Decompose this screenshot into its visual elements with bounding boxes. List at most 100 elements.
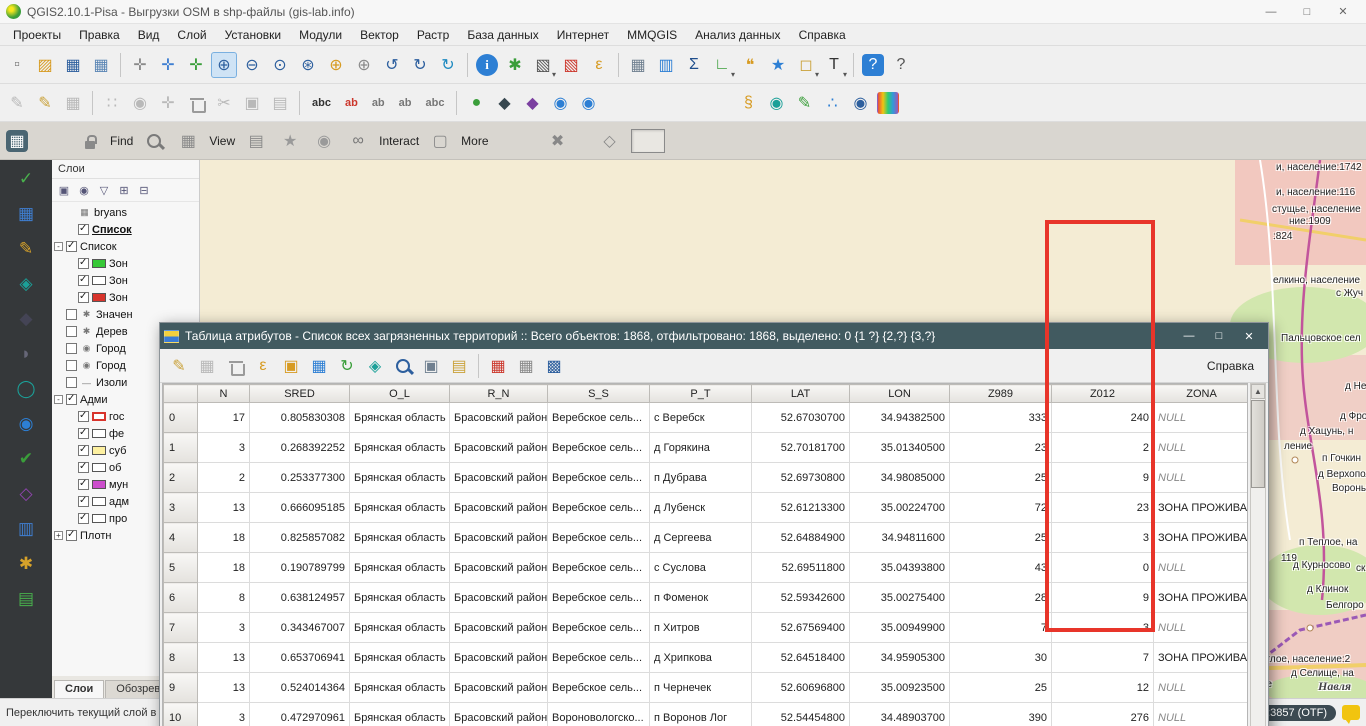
layer-item[interactable]: -Список [52,238,199,255]
zoom-to-selection-icon[interactable]: ⊕ [323,52,349,78]
help-icon[interactable]: ? [862,54,884,76]
cell-R_N[interactable]: Брасовский район [450,523,548,553]
cell-P_T[interactable]: д Горякина [650,433,752,463]
empty-tool-button[interactable] [631,129,665,153]
label-rotate-icon[interactable]: ab [393,90,418,116]
cell-LON[interactable]: 35.04393800 [850,553,950,583]
deselect-all-icon[interactable]: ▣ [278,353,304,379]
row-header-6[interactable]: 6 [164,583,198,613]
column-header-ZONA[interactable]: ZONA [1154,385,1249,403]
cell-R_N[interactable]: Брасовский район [450,493,548,523]
attr-window-titlebar[interactable]: Таблица атрибутов - Список всех загрязне… [160,323,1268,349]
spark-icon[interactable]: ✱ [13,551,39,577]
cell-SRED[interactable]: 0.343467007 [250,613,350,643]
cell-LAT[interactable]: 52.69730800 [752,463,850,493]
cell-N[interactable]: 3 [198,703,250,726]
new-project-icon[interactable]: ▫ [4,52,30,78]
cell-Z989[interactable]: 7 [950,613,1052,643]
touch-zoom-icon[interactable]: ✛ [127,52,153,78]
cell-SRED[interactable]: 0.653706941 [250,643,350,673]
cell-P_T[interactable]: д Хрипкова [650,643,752,673]
column-header-P_T[interactable]: P_T [650,385,752,403]
cell-LAT[interactable]: 52.67569400 [752,613,850,643]
layer-checkbox[interactable] [66,326,77,337]
cell-Z012[interactable]: 240 [1052,403,1154,433]
layer-checkbox[interactable] [66,241,77,252]
cell-O_L[interactable]: Брянская область [350,703,450,726]
cell-ZONA[interactable]: NULL [1154,433,1249,463]
select-expression-icon[interactable]: ε [586,52,612,78]
save-layer-edits-icon[interactable]: ▦ [60,90,86,116]
cell-R_N[interactable]: Брасовский район [450,583,548,613]
cell-Z012[interactable]: 7 [1052,643,1154,673]
layer-checkbox[interactable] [78,411,89,422]
row-header-0[interactable]: 0 [164,403,198,433]
cell-LON[interactable]: 34.94382500 [850,403,950,433]
deselect-all-icon[interactable]: ▧ [558,52,584,78]
pin-icon[interactable]: ◉ [311,128,337,154]
zoom-to-layer-icon[interactable]: ⊕ [351,52,377,78]
cell-SRED[interactable]: 0.825857082 [250,523,350,553]
cell-Z989[interactable]: 72 [950,493,1052,523]
column-header-LAT[interactable]: LAT [752,385,850,403]
menu-Вектор[interactable]: Вектор [351,26,408,44]
cell-S_S[interactable]: Веребское сель... [548,523,650,553]
cell-R_N[interactable]: Брасовский район [450,463,548,493]
cut-features-icon[interactable]: ✂ [211,90,237,116]
link-icon[interactable]: ∞ [345,128,371,154]
circle-teal-icon[interactable]: ◯ [13,376,39,402]
layer-item[interactable]: ▦bryans [52,204,199,221]
cell-SRED[interactable]: 0.190789799 [250,553,350,583]
label-properties-icon[interactable]: abc [420,90,451,116]
cell-R_N[interactable]: Брасовский район [450,433,548,463]
cell-P_T[interactable]: п Хитров [650,613,752,643]
cell-ZONA[interactable]: NULL [1154,463,1249,493]
cell-LON[interactable]: 35.01340500 [850,433,950,463]
dock-table-icon[interactable]: ▦ [6,130,28,152]
save-edits-icon[interactable]: ▦ [194,353,220,379]
menu-Модули[interactable]: Модули [290,26,351,44]
mmqgis-grid-icon[interactable] [877,92,899,114]
node-edit-icon[interactable]: ◇ [597,128,623,154]
web-globe-icon[interactable]: ◉ [847,90,873,116]
osm-plugin-icon[interactable]: ● [463,90,489,116]
cell-LON[interactable]: 34.94811600 [850,523,950,553]
grid-small-icon[interactable]: ▥ [13,516,39,542]
pan-map-icon[interactable]: ✛ [155,52,181,78]
layer-checkbox[interactable] [66,394,77,405]
attr-minimize-button[interactable]: — [1174,325,1204,347]
row-header-3[interactable]: 3 [164,493,198,523]
delete-selected-icon[interactable] [183,90,209,116]
cell-O_L[interactable]: Брянская область [350,463,450,493]
cell-O_L[interactable]: Брянская область [350,403,450,433]
attribute-table-icon[interactable]: ▦ [625,52,651,78]
cell-Z989[interactable]: 25 [950,523,1052,553]
layer-checkbox[interactable] [78,445,89,456]
cell-Z012[interactable]: 9 [1052,583,1154,613]
cell-ZONA[interactable]: ЗОНА ПРОЖИВА... [1154,643,1249,673]
new-bookmark-icon[interactable]: ★ [765,52,791,78]
new-field-icon[interactable]: ▦ [485,353,511,379]
poly-purple-icon[interactable]: ◇ [13,481,39,507]
text-annotation-icon[interactable]: T▾ [821,52,847,78]
cell-ZONA[interactable]: ЗОНА ПРОЖИВА... [1154,493,1249,523]
cell-ZONA[interactable]: NULL [1154,703,1249,726]
close-button[interactable]: ✕ [1326,2,1360,22]
pen-yellow-icon[interactable]: ✎ [13,236,39,262]
cell-P_T[interactable]: п Воронов Лог [650,703,752,726]
copy-selected-icon[interactable]: ▣ [418,353,444,379]
cell-LON[interactable]: 34.95905300 [850,643,950,673]
sum-icon[interactable]: Σ [681,52,707,78]
add-feature-icon[interactable]: ◉ [127,90,153,116]
layer-checkbox[interactable] [78,292,89,303]
node-tool-icon[interactable]: ∷ [99,90,125,116]
collapse-all-icon[interactable]: ⊟ [136,182,152,198]
column-header-R_N[interactable]: R_N [450,385,548,403]
cell-N[interactable]: 13 [198,673,250,703]
row-header-8[interactable]: 8 [164,643,198,673]
layer-checkbox[interactable] [78,224,89,235]
save-project-as-icon[interactable]: ▦ [88,52,114,78]
row-header-7[interactable]: 7 [164,613,198,643]
measure-icon[interactable]: ∟▾ [709,52,735,78]
move-feature-icon[interactable]: ✛ [155,90,181,116]
